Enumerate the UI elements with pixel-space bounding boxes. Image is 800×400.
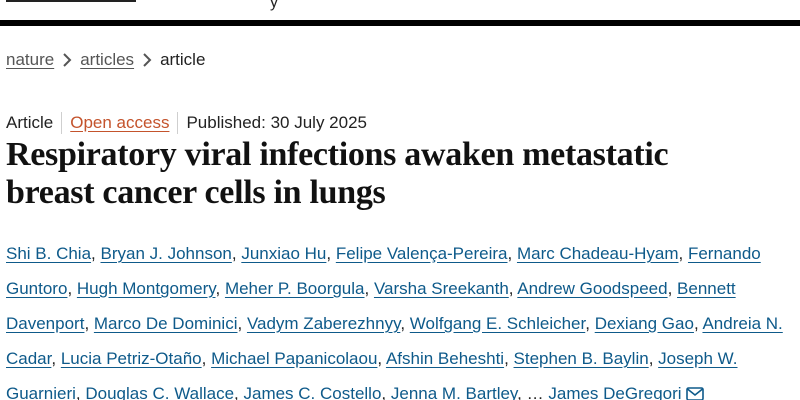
published-date: Published: 30 July 2025: [186, 113, 367, 132]
author-link[interactable]: Shi B. Chia: [6, 244, 91, 263]
author-link[interactable]: Jenna M. Bartley: [391, 384, 517, 400]
author-link[interactable]: Douglas C. Wallace: [85, 384, 234, 400]
article-meta: Article Open access Published: 30 July 2…: [6, 112, 367, 134]
author-link[interactable]: Afshin Beheshti: [386, 349, 504, 368]
article-type: Article: [6, 113, 54, 132]
author-link[interactable]: Hugh Montgomery: [77, 279, 216, 298]
header-bar: [0, 20, 800, 26]
author-link[interactable]: Varsha Sreekanth: [374, 279, 509, 298]
author-link[interactable]: Bryan J. Johnson: [101, 244, 232, 263]
author-ellipsis: …: [526, 384, 544, 400]
article-title: Respiratory viral infections awaken meta…: [6, 136, 796, 212]
author-link[interactable]: Marc Chadeau-Hyam: [517, 244, 679, 263]
author-link[interactable]: Meher P. Boorgula: [225, 279, 365, 298]
author-link[interactable]: James C. Costello: [243, 384, 381, 400]
author-link[interactable]: Vadym Zaberezhnyy: [247, 314, 400, 333]
breadcrumb: nature articles article: [6, 50, 205, 70]
author-list: Shi B. Chia, Bryan J. Johnson, Junxiao H…: [6, 236, 796, 400]
chevron-right-icon: [134, 51, 160, 69]
breadcrumb-item-nature[interactable]: nature: [6, 50, 54, 70]
article-title-line1: Respiratory viral infections awaken meta…: [6, 136, 669, 173]
header-partial-text: y: [270, 0, 278, 11]
breadcrumb-current: article: [160, 50, 206, 69]
author-link[interactable]: Marco De Dominici: [94, 314, 238, 333]
breadcrumb-item-articles[interactable]: articles: [80, 50, 134, 70]
meta-divider: [61, 112, 63, 134]
mail-icon[interactable]: [685, 378, 704, 400]
author-link[interactable]: Andrew Goodspeed: [517, 279, 667, 298]
author-link[interactable]: Lucia Petriz-Otaño: [61, 349, 202, 368]
meta-divider: [177, 112, 179, 134]
header-link-underline: [6, 0, 136, 2]
author-link[interactable]: Felipe Valença-Pereira: [336, 244, 508, 263]
author-link[interactable]: Stephen B. Baylin: [514, 349, 649, 368]
author-link[interactable]: Michael Papanicolaou: [211, 349, 377, 368]
article-title-line2: breast cancer cells in lungs: [6, 174, 386, 211]
author-link[interactable]: Dexiang Gao: [595, 314, 694, 333]
author-link[interactable]: Wolfgang E. Schleicher: [410, 314, 585, 333]
author-link[interactable]: Junxiao Hu: [241, 244, 326, 263]
open-access-link[interactable]: Open access: [70, 113, 169, 133]
chevron-right-icon: [54, 51, 80, 69]
corresponding-author-link[interactable]: James DeGregori: [548, 384, 681, 400]
